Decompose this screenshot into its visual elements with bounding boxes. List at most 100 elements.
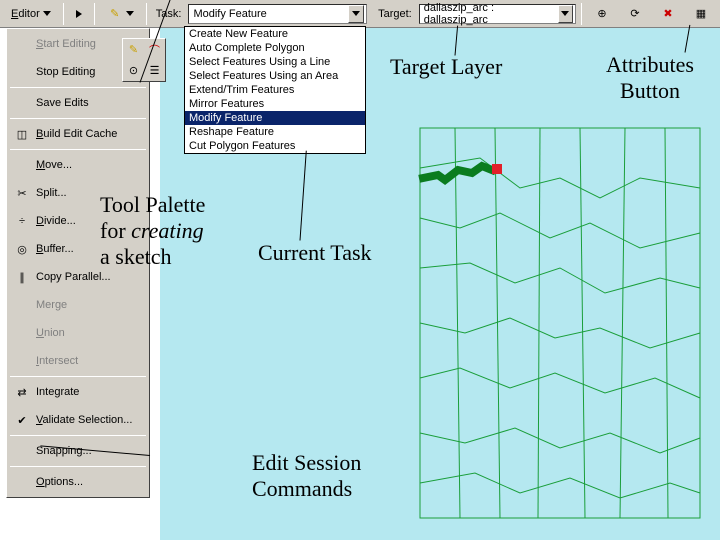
- menu-item-build-edit-cache[interactable]: ◫ Build Edit Cache: [8, 120, 148, 148]
- task-dropdown-list[interactable]: Create New FeatureAuto Complete PolygonS…: [184, 26, 366, 154]
- task-option[interactable]: Auto Complete Polygon: [185, 41, 365, 55]
- tool-trace[interactable]: ⊙: [123, 60, 144, 81]
- menu-separator: [10, 118, 146, 119]
- blank-icon: [14, 64, 30, 80]
- menu-item-save-edits[interactable]: Save Edits: [8, 89, 148, 117]
- menu-item-label: Copy Parallel...: [36, 271, 111, 283]
- menu-item-label: Union: [36, 327, 65, 339]
- blank-icon: [14, 297, 30, 313]
- parallel-icon: ∥: [14, 269, 30, 285]
- target-label: Target:: [378, 8, 412, 20]
- blank-icon: [14, 36, 30, 52]
- menu-separator: [10, 376, 146, 377]
- menu-item-union: Union: [8, 319, 148, 347]
- menu-item-options[interactable]: Options...: [8, 468, 148, 496]
- menu-separator: [10, 149, 146, 150]
- blank-icon: [14, 474, 30, 490]
- menu-item-label: Validate Selection...: [36, 414, 132, 426]
- menu-item-merge: Merge: [8, 291, 148, 319]
- menu-item-label: Split...: [36, 187, 67, 199]
- menu-item-split[interactable]: ✂ Split...: [8, 179, 148, 207]
- target-dropdown-button[interactable]: [558, 5, 573, 23]
- blank-icon: [14, 325, 30, 341]
- menu-item-label: Save Edits: [36, 97, 89, 109]
- editor-dropdown-menu[interactable]: Start Editing Stop Editing Save Edits ◫ Buil…: [6, 28, 150, 498]
- menu-item-label: Start Editing: [36, 38, 96, 50]
- replace-icon: ☰: [150, 64, 160, 77]
- noedit-icon: ✖: [660, 6, 676, 22]
- menu-item-label: Merge: [36, 299, 67, 311]
- menu-item-label: Move...: [36, 159, 72, 171]
- menu-item-label: Options...: [36, 476, 83, 488]
- menu-item-snapping[interactable]: Snapping...: [8, 437, 148, 465]
- separator: [63, 3, 64, 25]
- editor-toolbar: Editor ✎ Task: Modify Feature Target: da…: [0, 0, 720, 28]
- integrate-icon: ⇄: [14, 384, 30, 400]
- task-select[interactable]: Modify Feature: [188, 4, 367, 24]
- target-select[interactable]: dallaszip_arc : dallaszip_arc: [419, 4, 576, 24]
- menu-item-label: Build Edit Cache: [36, 128, 117, 140]
- task-option[interactable]: Select Features Using a Line: [185, 55, 365, 69]
- menu-item-intersect: Intersect: [8, 347, 148, 375]
- rotate-icon: ⟳: [627, 6, 643, 22]
- task-dropdown-button[interactable]: [348, 5, 364, 23]
- blank-icon: [14, 157, 30, 173]
- menu-item-buffer[interactable]: ◎ Buffer...: [8, 235, 148, 263]
- task-option[interactable]: Mirror Features: [185, 97, 365, 111]
- trace-icon: ⊙: [129, 64, 138, 77]
- divide-icon: ÷: [14, 213, 30, 229]
- menu-item-copy-parallel[interactable]: ∥ Copy Parallel...: [8, 263, 148, 291]
- task-option[interactable]: Cut Polygon Features: [185, 139, 365, 153]
- crosshair-button[interactable]: ⊕: [587, 3, 617, 25]
- chevron-down-icon: [126, 11, 134, 16]
- pencil-icon: ✎: [107, 6, 123, 22]
- menu-item-validate-selection[interactable]: ✔ Validate Selection...: [8, 406, 148, 434]
- target-select-value: dallaszip_arc : dallaszip_arc: [422, 2, 558, 26]
- tool-replace[interactable]: ☰: [144, 60, 165, 81]
- cache-icon: ◫: [14, 126, 30, 142]
- menu-separator: [10, 466, 146, 467]
- menu-item-integrate[interactable]: ⇄ Integrate: [8, 378, 148, 406]
- tool-palette[interactable]: ✎ ⌒ ⊙ ☰: [122, 38, 166, 82]
- task-option[interactable]: Extend/Trim Features: [185, 83, 365, 97]
- crosshair-icon: ⊕: [594, 6, 610, 22]
- task-option[interactable]: Select Features Using an Area: [185, 69, 365, 83]
- menu-separator: [10, 87, 146, 88]
- menu-item-move[interactable]: Move...: [8, 151, 148, 179]
- menu-separator: [10, 435, 146, 436]
- table-icon: ▦: [693, 6, 709, 22]
- rotate-button[interactable]: ⟳: [620, 3, 650, 25]
- curve-icon: ⌒: [149, 42, 160, 58]
- pointer-icon: [76, 10, 82, 18]
- editor-menu-label: Editor: [11, 8, 40, 20]
- task-select-value: Modify Feature: [191, 8, 268, 20]
- menu-item-label: Buffer...: [36, 243, 74, 255]
- menu-item-divide[interactable]: ÷ Divide...: [8, 207, 148, 235]
- sketch-tool-button[interactable]: ✎: [100, 3, 141, 25]
- separator: [146, 3, 147, 25]
- chevron-down-icon: [43, 11, 51, 16]
- split-icon: ✂: [14, 185, 30, 201]
- tool-pencil[interactable]: ✎: [123, 39, 144, 60]
- edit-tool-button[interactable]: [69, 3, 89, 25]
- editor-menu-button[interactable]: Editor: [4, 3, 58, 25]
- buffer-icon: ◎: [14, 241, 30, 257]
- tool-curve[interactable]: ⌒: [144, 39, 165, 60]
- task-option[interactable]: Create New Feature: [185, 27, 365, 41]
- menu-item-label: Divide...: [36, 215, 76, 227]
- chevron-down-icon: [561, 11, 569, 16]
- menu-item-label: Integrate: [36, 386, 79, 398]
- blank-icon: [14, 95, 30, 111]
- validate-icon: ✔: [14, 412, 30, 428]
- separator: [94, 3, 95, 25]
- task-option[interactable]: Reshape Feature: [185, 125, 365, 139]
- task-label: Task:: [156, 8, 182, 20]
- menu-item-label: Stop Editing: [36, 66, 95, 78]
- task-option[interactable]: Modify Feature: [185, 111, 365, 125]
- blank-icon: [14, 443, 30, 459]
- blank-icon: [14, 353, 30, 369]
- attributes-button[interactable]: ▦: [686, 3, 716, 25]
- chevron-down-icon: [352, 11, 360, 16]
- menu-item-label: Snapping...: [36, 445, 92, 457]
- noedit-button[interactable]: ✖: [653, 3, 683, 25]
